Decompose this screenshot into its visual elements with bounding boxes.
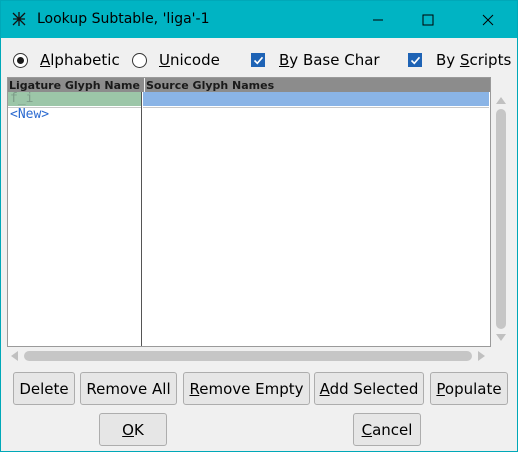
- title-bar[interactable]: Lookup Subtable, 'liga'-1: [1, 1, 517, 38]
- remove-all-button[interactable]: Remove All: [80, 372, 177, 405]
- table-header: Ligature Glyph Name Source Glyph Names: [8, 78, 490, 92]
- checkmark-icon: [251, 53, 265, 67]
- unicode-label: Unicode: [159, 51, 220, 69]
- minimize-icon: [373, 19, 383, 20]
- by-scripts-checkbox[interactable]: By Scripts: [408, 48, 511, 72]
- by-scripts-label: By Scripts: [436, 51, 512, 69]
- window-title: Lookup Subtable, 'liga'-1: [37, 11, 210, 27]
- vertical-scroll-thumb[interactable]: [496, 109, 506, 329]
- vertical-scrollbar[interactable]: [492, 93, 510, 345]
- alphabetic-radio[interactable]: Alphabetic: [13, 48, 120, 72]
- row-divider: [143, 107, 489, 108]
- scroll-right-icon[interactable]: [478, 351, 486, 361]
- cancel-button[interactable]: Cancel: [353, 413, 421, 446]
- radio-selected-icon: [13, 52, 28, 68]
- horizontal-scroll-thumb[interactable]: [24, 351, 472, 361]
- column-divider: [141, 92, 142, 346]
- delete-button-label: Delete: [19, 379, 69, 398]
- populate-button[interactable]: Populate: [430, 372, 508, 405]
- horizontal-scrollbar[interactable]: [7, 347, 491, 365]
- ligature-table[interactable]: Ligature Glyph Name Source Glyph Names f…: [7, 77, 491, 347]
- remove-empty-button[interactable]: Remove Empty: [183, 372, 310, 405]
- ok-button-label: OK: [122, 420, 144, 439]
- close-icon: [482, 14, 494, 25]
- remove-all-button-label: Remove All: [86, 379, 171, 398]
- column-header-source[interactable]: Source Glyph Names: [144, 78, 484, 92]
- radio-unselected-icon: [132, 52, 147, 68]
- ok-button[interactable]: OK: [99, 413, 167, 446]
- scroll-down-icon[interactable]: [496, 334, 506, 342]
- ligature-glyph-name[interactable]: f_i: [10, 92, 33, 106]
- unicode-radio[interactable]: Unicode: [132, 48, 220, 72]
- minimize-button[interactable]: [355, 1, 401, 38]
- lookup-subtable-dialog: Lookup Subtable, 'liga'-1 Alphabetic Uni…: [0, 0, 518, 452]
- cancel-button-label: Cancel: [361, 420, 413, 439]
- column-header-ligature[interactable]: Ligature Glyph Name: [9, 78, 142, 92]
- maximize-button[interactable]: [405, 1, 451, 38]
- close-button[interactable]: [465, 1, 511, 38]
- by-base-char-checkbox[interactable]: By Base Char: [251, 48, 380, 72]
- scroll-up-icon[interactable]: [496, 96, 506, 104]
- remove-empty-button-label: Remove Empty: [189, 379, 304, 398]
- by-base-char-label: By Base Char: [279, 51, 380, 69]
- fontforge-app-icon: [11, 11, 27, 27]
- scroll-left-icon[interactable]: [10, 351, 18, 361]
- maximize-icon: [422, 14, 434, 25]
- add-selected-button[interactable]: Add Selected: [314, 372, 424, 405]
- populate-button-label: Populate: [436, 379, 502, 398]
- add-selected-button-label: Add Selected: [319, 379, 419, 398]
- checkmark-icon: [408, 53, 422, 67]
- new-row-entry[interactable]: <New>: [10, 108, 49, 122]
- alphabetic-label: Alphabetic: [40, 51, 120, 69]
- delete-button[interactable]: Delete: [13, 372, 75, 405]
- selected-source-cell[interactable]: [143, 92, 489, 106]
